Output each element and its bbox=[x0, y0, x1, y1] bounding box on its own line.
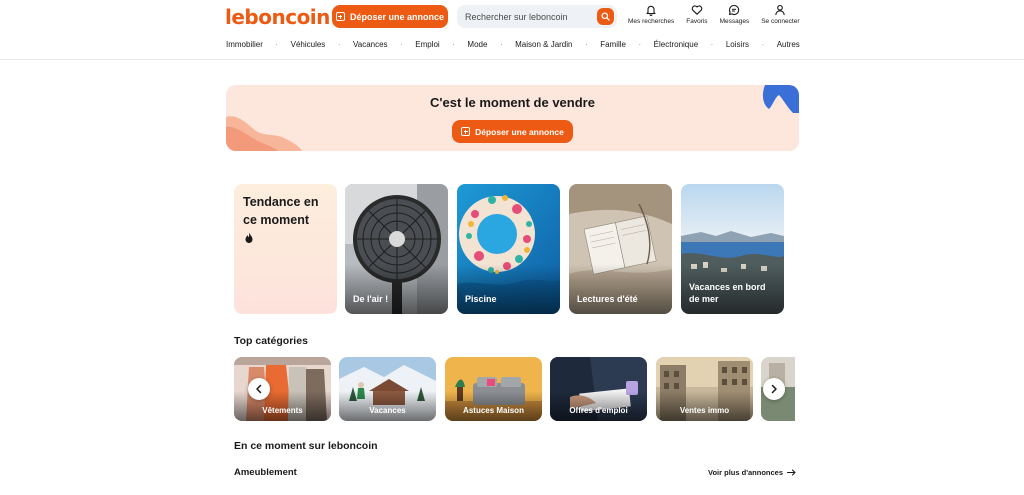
saved-searches-link[interactable]: Mes recherches bbox=[628, 4, 674, 25]
nav-item-immobilier[interactable]: Immobilier bbox=[226, 40, 263, 49]
category-nav: Immobilier · Véhicules · Vacances · Empl… bbox=[226, 40, 800, 49]
trending-label: Lectures d'été bbox=[577, 294, 638, 304]
login-label: Se connecter bbox=[761, 18, 800, 25]
carousel-next-button[interactable] bbox=[763, 378, 785, 400]
trending-card-pool[interactable]: Piscine bbox=[457, 184, 560, 314]
favorites-label: Favoris bbox=[686, 18, 708, 25]
category-card-offres-emploi[interactable]: Offres d'emploi bbox=[550, 357, 647, 421]
trending-card-fan[interactable]: De l'air ! bbox=[345, 184, 448, 314]
nav-item-vehicules[interactable]: Véhicules bbox=[291, 40, 326, 49]
furniture-subsection-title: Ameublement bbox=[234, 467, 297, 478]
post-ad-button[interactable]: Déposer une annonce bbox=[332, 5, 448, 28]
category-label: Vacances bbox=[369, 406, 406, 415]
nav-item-famille[interactable]: Famille bbox=[600, 40, 626, 49]
sell-banner: C'est le moment de vendre Déposer une an… bbox=[226, 85, 799, 151]
see-more-label: Voir plus d'annonces bbox=[708, 468, 783, 477]
top-categories-title: Top catégories bbox=[234, 335, 308, 347]
heart-icon bbox=[691, 5, 703, 15]
see-more-link[interactable]: Voir plus d'annonces bbox=[708, 468, 796, 477]
nav-item-mode[interactable]: Mode bbox=[467, 40, 487, 49]
carousel-prev-button[interactable] bbox=[248, 378, 270, 400]
header: leboncoin Déposer une annonce Mes recher… bbox=[0, 0, 1024, 60]
nav-separator: · bbox=[710, 40, 714, 49]
category-card-astuces-maison[interactable]: Astuces Maison bbox=[445, 357, 542, 421]
user-icon bbox=[775, 4, 786, 16]
trending-card-reading[interactable]: Lectures d'été bbox=[569, 184, 672, 314]
trending-label: Piscine bbox=[465, 294, 497, 304]
nav-item-emploi[interactable]: Emploi bbox=[415, 40, 439, 49]
chevron-right-icon bbox=[771, 384, 777, 394]
nav-item-autres[interactable]: Autres bbox=[777, 40, 800, 49]
nav-separator: · bbox=[499, 40, 503, 49]
message-icon bbox=[729, 4, 740, 16]
logo[interactable]: leboncoin bbox=[225, 5, 330, 29]
card-shade bbox=[457, 264, 560, 314]
arrow-right-icon bbox=[787, 469, 796, 476]
category-card-vacances[interactable]: Vacances bbox=[339, 357, 436, 421]
card-shade bbox=[345, 264, 448, 314]
nav-separator: · bbox=[585, 40, 588, 49]
nav-item-vacances[interactable]: Vacances bbox=[353, 40, 388, 49]
nav-separator: · bbox=[761, 40, 765, 49]
category-label: Astuces Maison bbox=[463, 406, 524, 415]
category-card-ventes-immo[interactable]: Ventes immo bbox=[656, 357, 753, 421]
bell-icon bbox=[646, 5, 656, 16]
banner-post-ad-label: Déposer une annonce bbox=[475, 126, 564, 137]
banner-decoration-left bbox=[226, 116, 302, 151]
category-label: Ventes immo bbox=[679, 406, 730, 415]
nav-item-electronique[interactable]: Électronique bbox=[654, 40, 698, 49]
header-actions: Mes recherches Favoris Messages Se conne… bbox=[628, 4, 812, 25]
nav-item-maison-jardin[interactable]: Maison & Jardin bbox=[515, 40, 572, 49]
trending-intro-card: Tendance en ce moment bbox=[234, 184, 337, 314]
category-label: Vêtements bbox=[262, 406, 303, 415]
banner-post-ad-button[interactable]: Déposer une annonce bbox=[452, 120, 573, 143]
favorites-link[interactable]: Favoris bbox=[686, 4, 708, 25]
search-input[interactable] bbox=[465, 5, 593, 28]
search-icon bbox=[601, 12, 610, 21]
nav-separator: · bbox=[400, 40, 403, 49]
trending-card-seaside[interactable]: Vacances en bord de mer bbox=[681, 184, 784, 314]
flame-icon bbox=[245, 232, 253, 243]
chevron-left-icon bbox=[256, 384, 262, 394]
nav-separator: · bbox=[452, 40, 455, 49]
trending-label: De l'air ! bbox=[353, 294, 389, 304]
messages-label: Messages bbox=[719, 18, 750, 25]
banner-title: C'est le moment de vendre bbox=[430, 95, 595, 110]
search-bar bbox=[457, 5, 617, 28]
card-shade bbox=[569, 264, 672, 314]
trending-title: Tendance en ce moment bbox=[243, 195, 319, 227]
plus-icon bbox=[335, 12, 345, 21]
login-link[interactable]: Se connecter bbox=[761, 4, 800, 25]
saved-searches-label: Mes recherches bbox=[628, 18, 675, 25]
post-ad-label: Déposer une annonce bbox=[349, 11, 445, 22]
nav-item-loisirs[interactable]: Loisirs bbox=[726, 40, 749, 49]
category-label: Offres d'emploi bbox=[569, 406, 628, 415]
moment-title: En ce moment sur leboncoin bbox=[234, 440, 378, 452]
search-button[interactable] bbox=[597, 8, 614, 25]
nav-separator: · bbox=[337, 40, 341, 49]
messages-link[interactable]: Messages bbox=[719, 4, 750, 25]
trending-label: Vacances en bord de mer bbox=[689, 282, 766, 304]
plus-icon bbox=[461, 127, 471, 136]
nav-separator: · bbox=[638, 40, 642, 49]
nav-separator: · bbox=[275, 40, 279, 49]
